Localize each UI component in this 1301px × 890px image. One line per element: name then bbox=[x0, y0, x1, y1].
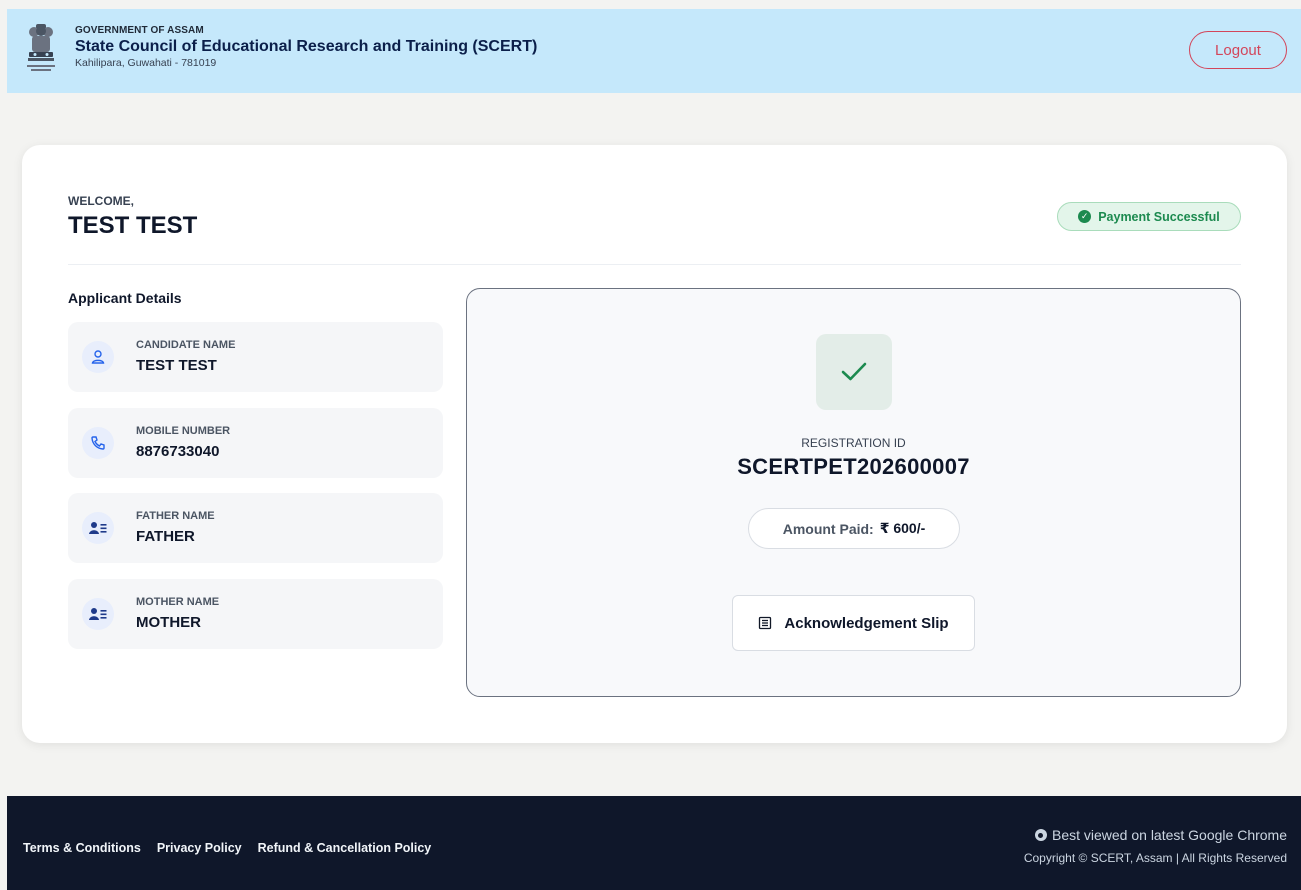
gov-label: GOVERNMENT OF ASSAM bbox=[75, 25, 204, 36]
site-header: GOVERNMENT OF ASSAM State Council of Edu… bbox=[7, 9, 1301, 93]
browser-note: Best viewed on latest Google Chrome bbox=[1024, 827, 1287, 843]
detail-value: MOTHER bbox=[136, 614, 201, 631]
footer-info: Best viewed on latest Google Chrome Copy… bbox=[1024, 827, 1287, 865]
welcome-name: TEST TEST bbox=[68, 212, 198, 239]
detail-father-name: FATHER NAME FATHER bbox=[68, 493, 443, 563]
chrome-icon bbox=[1034, 829, 1047, 841]
phone-icon bbox=[82, 427, 114, 459]
refund-link[interactable]: Refund & Cancellation Policy bbox=[258, 841, 432, 855]
site-footer: Terms & Conditions Privacy Policy Refund… bbox=[7, 796, 1301, 890]
detail-label: CANDIDATE NAME bbox=[136, 339, 236, 351]
success-check-icon bbox=[816, 334, 892, 410]
applicant-details-title: Applicant Details bbox=[68, 290, 182, 306]
logout-button[interactable]: Logout bbox=[1189, 31, 1287, 69]
detail-value: FATHER bbox=[136, 528, 195, 545]
terms-link[interactable]: Terms & Conditions bbox=[23, 841, 141, 855]
brand-block: GOVERNMENT OF ASSAM State Council of Edu… bbox=[75, 25, 537, 69]
detail-label: FATHER NAME bbox=[136, 510, 215, 522]
registration-id-label: REGISTRATION ID bbox=[801, 436, 906, 450]
amount-paid-pill: Amount Paid: ₹ 600/- bbox=[748, 508, 960, 549]
detail-mother-name: MOTHER NAME MOTHER bbox=[68, 579, 443, 649]
payment-status-badge: ✓ Payment Successful bbox=[1057, 202, 1241, 231]
detail-label: MOBILE NUMBER bbox=[136, 425, 231, 437]
document-icon bbox=[759, 616, 772, 630]
payment-status-text: Payment Successful bbox=[1098, 209, 1220, 224]
copyright-text: Copyright © SCERT, Assam | All Rights Re… bbox=[1023, 851, 1287, 865]
dashboard-card: WELCOME, TEST TEST ✓ Payment Successful … bbox=[22, 145, 1287, 743]
amount-paid-label: Amount Paid: bbox=[782, 520, 874, 537]
id-card-icon bbox=[82, 512, 114, 544]
id-card-icon bbox=[82, 598, 114, 630]
acknowledgement-slip-button[interactable]: Acknowledgement Slip bbox=[732, 595, 975, 651]
user-icon bbox=[82, 341, 114, 373]
detail-value: TEST TEST bbox=[136, 357, 217, 374]
detail-mobile-number: MOBILE NUMBER 8876733040 bbox=[68, 408, 443, 478]
state-emblem-icon bbox=[27, 24, 55, 71]
org-title: State Council of Educational Research an… bbox=[75, 38, 538, 55]
welcome-label: WELCOME, bbox=[68, 194, 134, 208]
registration-panel: REGISTRATION ID SCERTPET202600007 Amount… bbox=[466, 288, 1241, 697]
detail-candidate-name: CANDIDATE NAME TEST TEST bbox=[68, 322, 443, 392]
registration-id-value: SCERTPET202600007 bbox=[737, 454, 970, 479]
privacy-link[interactable]: Privacy Policy bbox=[157, 841, 242, 855]
detail-value: 8876733040 bbox=[136, 443, 220, 460]
amount-paid-value: ₹ 600/- bbox=[879, 520, 926, 536]
check-circle-icon: ✓ bbox=[1078, 210, 1092, 223]
browser-note-text: Best viewed on latest Google Chrome bbox=[1051, 827, 1287, 843]
divider bbox=[68, 264, 1241, 265]
org-address: Kahilipara, Guwahati - 781019 bbox=[75, 57, 217, 69]
detail-label: MOTHER NAME bbox=[136, 596, 220, 608]
footer-links: Terms & Conditions Privacy Policy Refund… bbox=[23, 841, 431, 855]
acknowledgement-slip-label: Acknowledgement Slip bbox=[784, 614, 949, 632]
